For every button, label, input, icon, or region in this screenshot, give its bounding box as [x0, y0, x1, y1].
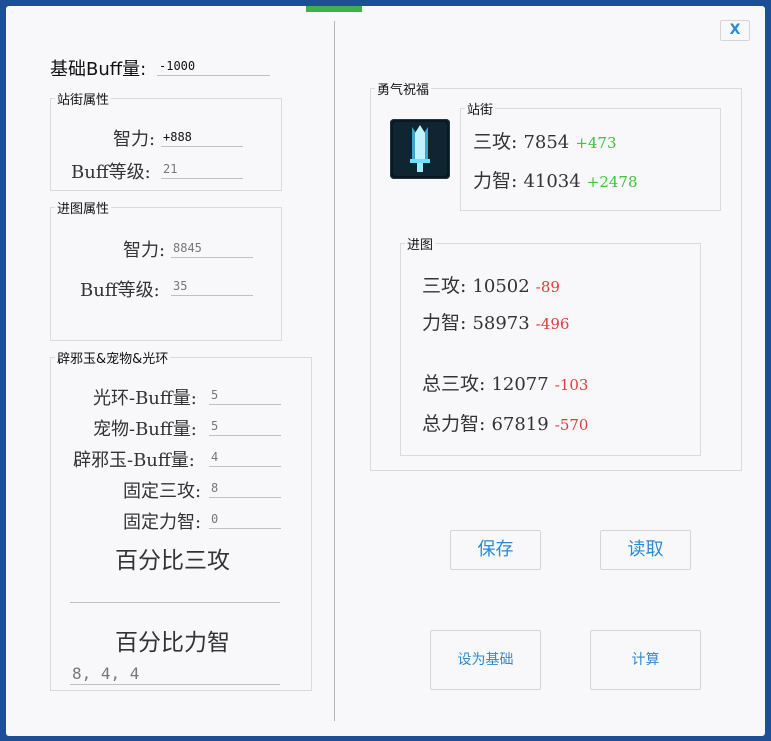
dungeon-attributes-title: 进图属性: [55, 198, 112, 217]
pct-int-label: 百分比力智: [115, 630, 230, 656]
blessing-title: 勇气祝福: [375, 79, 432, 98]
station-attributes-title: 站街属性: [55, 89, 112, 108]
station-atk-row: 三攻: 7854 +473: [473, 127, 617, 154]
station-int-label-result: 力智:: [473, 170, 518, 192]
dungeon-atk-label: 三攻:: [422, 275, 467, 297]
total-atk-delta: -103: [554, 376, 589, 394]
load-button[interactable]: 读取: [600, 530, 691, 570]
dungeon-attributes-group: 进图属性 智力: 8845 Buff等级: 35: [50, 198, 282, 341]
dungeon-int-value: 58973: [472, 313, 530, 334]
station-int-input[interactable]: +888: [161, 129, 243, 147]
blessing-dungeon-title: 进图: [405, 234, 436, 253]
station-atk-label: 三攻:: [473, 131, 518, 153]
station-int-label: 智力:: [113, 129, 156, 150]
fixed-int-input[interactable]: 0: [209, 511, 281, 529]
total-int-delta: -570: [554, 416, 589, 434]
dungeon-level-input[interactable]: 35: [171, 278, 253, 296]
pet-buff-input[interactable]: 5: [209, 418, 281, 436]
title-strip: [306, 6, 362, 12]
dungeon-int-row: 力智: 58973 -496: [422, 308, 569, 335]
sword-skill-icon: [390, 119, 450, 179]
pct-atk-label: 百分比三攻: [115, 548, 230, 574]
total-int-row: 总力智: 67819 -570: [422, 409, 588, 436]
blessing-station-box: 站街 三攻: 7854 +473 力智: 41034 +2478: [460, 99, 721, 211]
total-int-label: 总力智:: [422, 413, 486, 435]
dungeon-atk-delta: -89: [535, 278, 560, 296]
station-int-row: 力智: 41034 +2478: [473, 166, 638, 193]
fixed-int-label: 固定力智:: [123, 512, 202, 533]
dungeon-level-label: Buff等级:: [80, 280, 160, 301]
base-buff-label: 基础Buff量:: [50, 59, 147, 80]
fixed-atk-label: 固定三攻:: [123, 481, 202, 502]
aura-buff-label: 光环-Buff量:: [93, 388, 197, 409]
base-buff-input[interactable]: -1000: [157, 58, 270, 76]
vertical-divider: [334, 21, 335, 721]
dungeon-int-input[interactable]: 8845: [171, 240, 253, 258]
station-int-delta: +2478: [586, 173, 638, 191]
dungeon-atk-row: 三攻: 10502 -89: [422, 271, 560, 298]
save-button[interactable]: 保存: [450, 530, 541, 570]
station-level-label: Buff等级:: [71, 162, 151, 183]
dungeon-atk-value: 10502: [472, 276, 530, 297]
blessing-dungeon-box: 进图 三攻: 10502 -89 力智: 58973 -496 总三攻: 120…: [400, 234, 701, 456]
dungeon-int-delta: -496: [535, 315, 570, 333]
blessing-group: 勇气祝福 站街 三攻: 7854 +473 力智: 41034 +2478 进图…: [370, 79, 742, 471]
main-window: X 基础Buff量: -1000 站街属性 智力: +888 Buff等级: 2…: [6, 6, 765, 736]
total-atk-row: 总三攻: 12077 -103: [422, 369, 588, 396]
fixed-atk-input[interactable]: 8: [209, 480, 281, 498]
close-button[interactable]: X: [720, 20, 750, 41]
pct-int-input[interactable]: 8, 4, 4: [70, 664, 280, 685]
total-int-value: 67819: [491, 414, 549, 435]
total-atk-label: 总三攻:: [422, 373, 486, 395]
pct-atk-input[interactable]: [70, 586, 280, 603]
dungeon-int-label: 智力:: [123, 240, 166, 261]
calculate-button[interactable]: 计算: [590, 630, 701, 690]
station-atk-value: 7854: [523, 132, 570, 153]
station-atk-delta: +473: [575, 134, 617, 152]
total-atk-value: 12077: [491, 374, 549, 395]
extras-title: 辟邪玉&宠物&光环: [55, 348, 171, 367]
extras-group: 辟邪玉&宠物&光环 光环-Buff量: 5 宠物-Buff量: 5 辟邪玉-Bu…: [50, 348, 312, 691]
aura-buff-input[interactable]: 5: [209, 387, 281, 405]
set-base-button[interactable]: 设为基础: [430, 630, 541, 690]
blessing-station-title: 站街: [465, 99, 496, 118]
station-int-value: 41034: [523, 171, 581, 192]
station-attributes-group: 站街属性 智力: +888 Buff等级: 21: [50, 89, 282, 191]
dungeon-int-label-result: 力智:: [422, 312, 467, 334]
jade-buff-input[interactable]: 4: [209, 449, 281, 467]
jade-buff-label: 辟邪玉-Buff量:: [73, 450, 195, 471]
station-level-input[interactable]: 21: [161, 161, 243, 179]
pet-buff-label: 宠物-Buff量:: [93, 419, 197, 440]
